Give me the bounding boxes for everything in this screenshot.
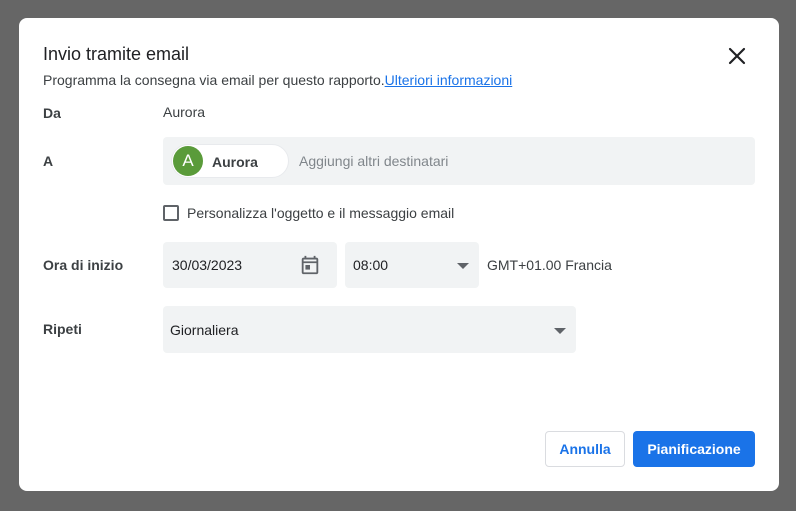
to-label: A xyxy=(43,153,54,169)
recipient-chip[interactable]: A Aurora xyxy=(171,144,289,178)
start-time-value: 08:00 xyxy=(353,257,389,273)
learn-more-link[interactable]: Ulteriori informazioni xyxy=(385,72,513,88)
dialog-subtitle: Programma la consegna via email per ques… xyxy=(43,72,512,88)
from-label: Da xyxy=(43,105,61,121)
start-date-value: 30/03/2023 xyxy=(172,257,243,273)
chevron-down-icon xyxy=(554,328,566,334)
timezone-label: GMT+01.00 Francia xyxy=(487,257,612,273)
close-button[interactable] xyxy=(725,44,749,68)
customize-email-checkbox-row[interactable]: Personalizza l'oggetto e il messaggio em… xyxy=(163,204,454,222)
schedule-button[interactable]: Pianificazione xyxy=(633,431,755,467)
cancel-button[interactable]: Annulla xyxy=(545,431,625,467)
email-delivery-dialog: Invio tramite email Programma la consegn… xyxy=(19,18,779,491)
repeat-label: Ripeti xyxy=(43,321,82,337)
calendar-icon[interactable] xyxy=(299,254,321,276)
customize-email-checkbox[interactable] xyxy=(163,205,179,221)
chevron-down-icon xyxy=(457,263,469,269)
repeat-select[interactable]: Giornaliera xyxy=(163,306,576,353)
start-time-select[interactable]: 08:00 xyxy=(345,242,479,288)
start-date-field[interactable]: 30/03/2023 xyxy=(163,242,337,288)
customize-email-label: Personalizza l'oggetto e il messaggio em… xyxy=(187,205,455,221)
dialog-subtitle-text: Programma la consegna via email per ques… xyxy=(43,72,385,88)
from-value: Aurora xyxy=(163,104,206,120)
dialog-title: Invio tramite email xyxy=(43,44,190,64)
recipients-field[interactable]: A Aurora xyxy=(163,137,755,185)
add-recipients-input[interactable] xyxy=(299,137,739,185)
start-time-label: Ora di inizio xyxy=(43,257,124,273)
close-icon xyxy=(728,47,746,65)
recipient-chip-label: Aurora xyxy=(212,154,258,170)
avatar: A xyxy=(173,146,203,176)
repeat-value: Giornaliera xyxy=(170,322,239,338)
